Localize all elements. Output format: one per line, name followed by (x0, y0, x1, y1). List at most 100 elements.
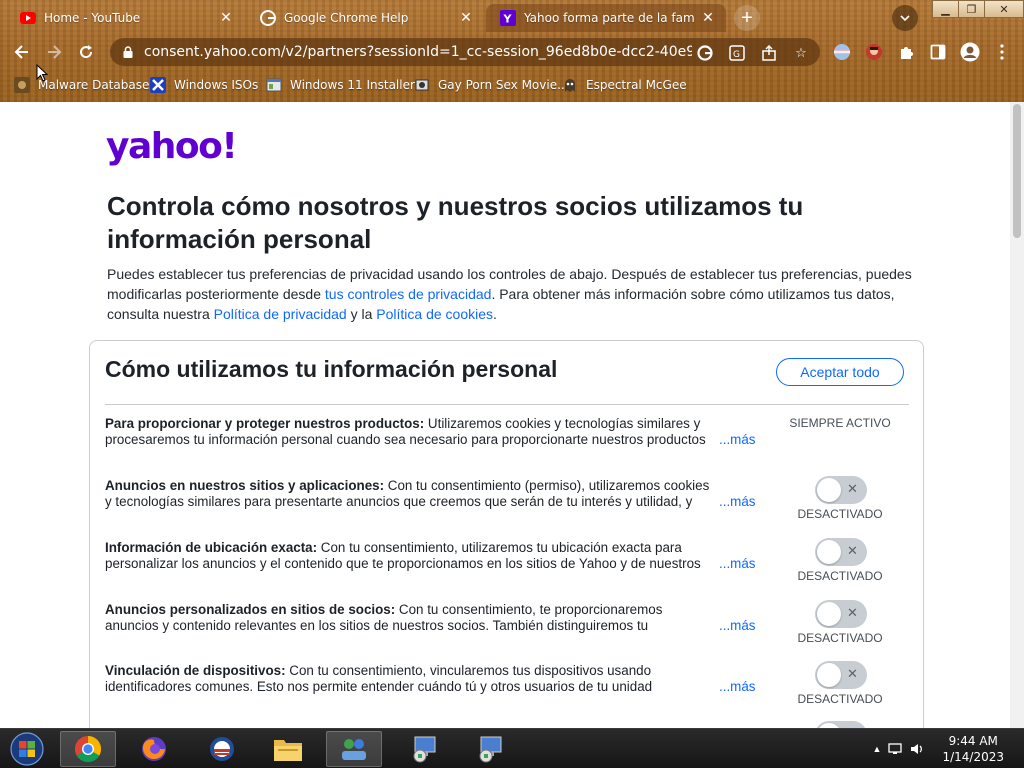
extension-flag-icon[interactable] (832, 42, 852, 62)
close-window-button[interactable]: ✕ (984, 0, 1024, 18)
tab-title: Yahoo forma parte de la familia de (524, 11, 694, 25)
tab-chrome-help[interactable]: Google Chrome Help ✕ (246, 4, 484, 32)
more-link[interactable]: ...más (715, 679, 756, 695)
close-icon[interactable]: ✕ (218, 10, 234, 26)
taskbar-chrome[interactable] (60, 731, 116, 767)
location-toggle[interactable]: ✕ (815, 538, 867, 566)
arrow-right-icon (48, 45, 62, 59)
folder-icon (274, 740, 302, 761)
consent-title: Anuncios en nuestros sitios y aplicacion… (105, 478, 385, 493)
yahoo-logo[interactable]: yahoo! (106, 126, 238, 167)
always-active-label: SIEMPRE ACTIVO (789, 416, 891, 430)
restore-button[interactable]: ❐ (958, 0, 985, 18)
share-icon[interactable] (760, 44, 778, 62)
accept-all-button[interactable]: Aceptar todo (776, 358, 904, 386)
bookmark-malware-database[interactable]: Malware Database (14, 76, 149, 94)
monitor-icon (479, 736, 502, 763)
bookmark-windows-isos[interactable]: Windows ISOs (150, 76, 258, 94)
address-bar[interactable]: consent.yahoo.com/v2/partners?sessionId=… (110, 38, 820, 66)
cookie-policy-link[interactable]: Política de cookies (376, 306, 493, 322)
ghost-icon (562, 77, 578, 93)
circle-logo-icon (210, 737, 234, 761)
scrollbar-thumb[interactable] (1013, 104, 1021, 238)
consent-row-location: Información de ubicación exacta: Con tu … (105, 538, 905, 590)
tab-strip: Home - YouTube ✕ Google Chrome Help ✕ Y … (0, 0, 1024, 34)
chevron-down-icon (900, 14, 910, 21)
google-icon (260, 10, 276, 26)
taskbar-network-app[interactable] (326, 731, 382, 767)
x-icon: ✕ (847, 605, 858, 620)
ads-toggle[interactable]: ✕ (815, 476, 867, 504)
toggle-knob (817, 478, 841, 502)
side-panel-icon[interactable] (928, 42, 948, 62)
x-icon: ✕ (847, 481, 858, 496)
malware-icon (14, 77, 30, 93)
bookmark-windows-11-installer[interactable]: Windows 11 Installer (266, 76, 415, 94)
more-link[interactable]: ...más (715, 494, 756, 510)
clock-date: 1/14/2023 (942, 750, 1004, 764)
reload-icon (80, 45, 93, 59)
translate-icon[interactable]: G (728, 44, 746, 62)
bookmark-label: Malware Database (38, 78, 150, 92)
toggle-state-label: DESACTIVADO (797, 507, 883, 521)
consent-description: Anuncios personalizados en sitios de soc… (105, 602, 713, 634)
more-link[interactable]: ...más (715, 556, 756, 572)
taskbar-firefox[interactable] (126, 731, 182, 767)
minimize-button[interactable]: ▁ (932, 0, 959, 18)
partial-toggle[interactable] (815, 721, 867, 728)
show-hidden-icons-icon[interactable]: ▲ (870, 744, 884, 754)
taskbar-app-circle[interactable] (194, 731, 250, 767)
profile-icon[interactable] (960, 42, 980, 62)
windows-orb-icon (10, 732, 44, 766)
bookmark-espectral-mcgee[interactable]: Espectral McGee (562, 76, 687, 94)
svg-text:Y: Y (503, 13, 513, 26)
intro-text: . (493, 306, 497, 322)
more-link[interactable]: ...más (715, 618, 756, 634)
close-icon[interactable]: ✕ (458, 10, 474, 26)
consent-row-products: Para proporcionar y proteger nuestros pr… (105, 416, 905, 466)
start-button[interactable] (6, 732, 48, 766)
privacy-policy-link[interactable]: Política de privacidad (214, 306, 347, 322)
page-title: Controla cómo nosotros y nuestros socios… (107, 191, 804, 254)
bookmark-star-icon[interactable]: ☆ (792, 44, 810, 62)
forward-button[interactable] (40, 38, 68, 66)
network-icon[interactable] (884, 743, 906, 755)
close-icon[interactable]: ✕ (700, 10, 716, 26)
bookmark-site[interactable]: Gay Porn Sex Movie... (414, 76, 569, 94)
volume-icon[interactable] (906, 743, 928, 755)
partner-ads-toggle[interactable]: ✕ (815, 600, 867, 628)
kebab-menu-icon[interactable] (992, 42, 1012, 62)
system-tray: ▲ (870, 729, 928, 768)
consent-description: Vinculación de dispositivos: Con tu cons… (105, 663, 713, 695)
consent-title: Vinculación de dispositivos: (105, 663, 286, 678)
bookmark-label: Windows ISOs (174, 78, 259, 92)
extension-avatar-icon[interactable] (864, 42, 884, 62)
device-linking-toggle[interactable]: ✕ (815, 661, 867, 689)
puzzle-icon[interactable] (896, 42, 916, 62)
more-link[interactable]: ...más (715, 432, 756, 448)
privacy-controls-link[interactable]: tus controles de privacidad (325, 286, 492, 302)
consent-description: Anuncios en nuestros sitios y aplicacion… (105, 478, 713, 510)
section-title: Cómo utilizamos tu información personal (105, 356, 558, 382)
taskbar-file-explorer[interactable] (260, 731, 316, 767)
reload-button[interactable] (72, 38, 100, 66)
tab-search-button[interactable] (892, 5, 918, 31)
tab-yahoo[interactable]: Y Yahoo forma parte de la familia de ✕ (486, 4, 726, 32)
consent-title: Para proporcionar y proteger nuestros pr… (105, 416, 425, 431)
monitor-icon (413, 736, 436, 763)
taskbar-clock[interactable]: 9:44 AM 1/14/2023 (942, 733, 1004, 765)
back-button[interactable] (8, 38, 36, 66)
intro-text: y la (346, 306, 377, 322)
page-scrollbar[interactable] (1010, 102, 1024, 728)
lock-icon (120, 44, 136, 60)
toggle-state-label: DESACTIVADO (797, 631, 883, 645)
browser-chrome: Home - YouTube ✕ Google Chrome Help ✕ Y … (0, 0, 1024, 102)
tab-youtube[interactable]: Home - YouTube ✕ (6, 4, 244, 32)
x-icon: ✕ (847, 543, 858, 558)
new-tab-button[interactable]: + (734, 5, 760, 31)
taskbar-remote-app-1[interactable] (396, 731, 452, 767)
google-lens-icon[interactable] (696, 44, 714, 62)
window-controls: ▁ ❐ ✕ (932, 0, 1024, 18)
x-icon (150, 77, 166, 93)
taskbar-remote-app-2[interactable] (462, 731, 518, 767)
